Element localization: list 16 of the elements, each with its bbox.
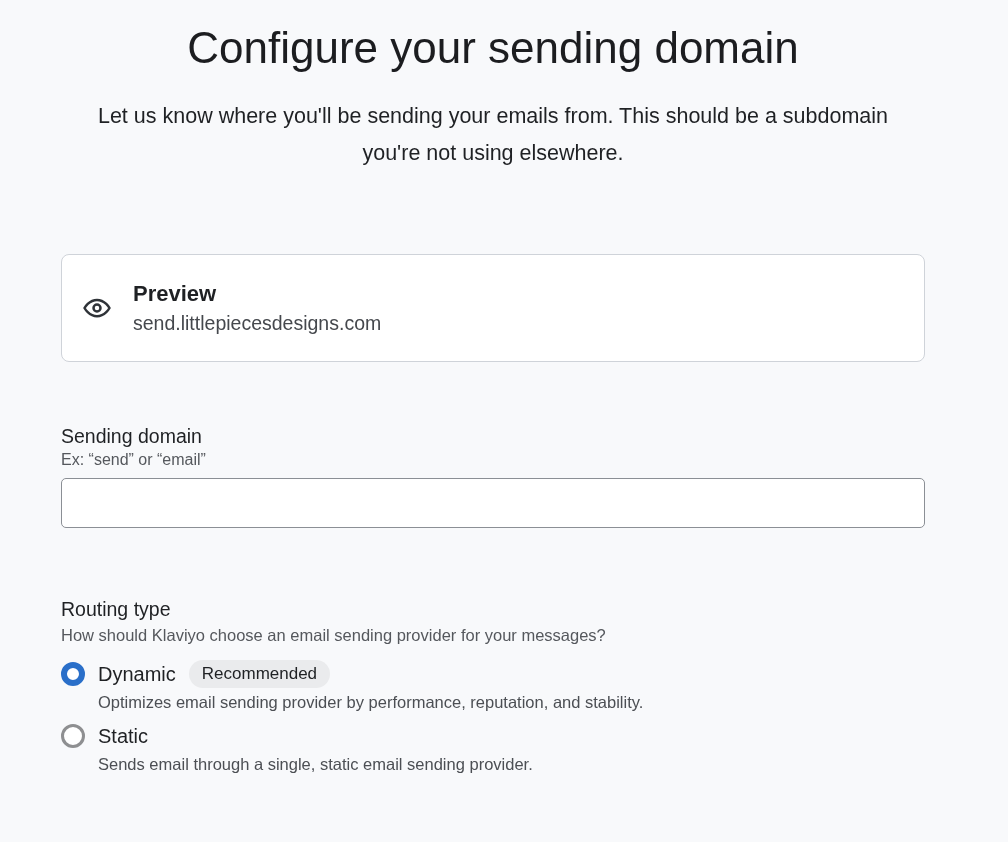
- field-label: Routing type: [61, 597, 172, 622]
- field-hint: Ex: “send” or “email”: [61, 450, 207, 470]
- page-title: Configure your sending domain: [186, 22, 800, 74]
- radio-button[interactable]: [61, 662, 85, 686]
- field-hint: How should Klaviyo choose an email sending provider for your messages?: [61, 625, 607, 646]
- recommended-badge: Recommended: [188, 660, 331, 688]
- preview-heading: Preview: [133, 280, 218, 308]
- page-subtitle: Let us know where you'll be sending your emails from. This should be a subdomain you're not using elsewhere.: [96, 103, 890, 167]
- field-label: Sending domain: [61, 424, 203, 449]
- radio-button[interactable]: [61, 724, 85, 748]
- option-description: Sends email through a single, static email sending provider.: [98, 754, 533, 775]
- preview-domain: send.littlepiecesdesigns.com: [133, 311, 382, 336]
- option-label: Static: [98, 724, 149, 748]
- input-field[interactable]: [61, 478, 925, 528]
- option-label: Dynamic: [98, 662, 176, 686]
- option-description: Optimizes email sending provider by performance, reputation, and stability.: [98, 692, 644, 713]
